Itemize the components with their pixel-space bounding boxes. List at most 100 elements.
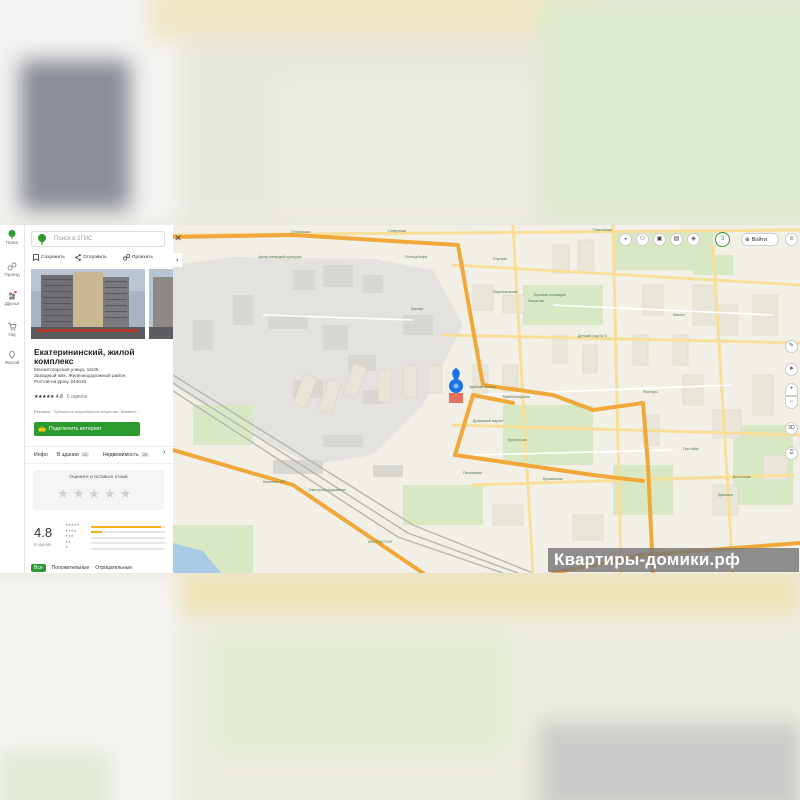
rating-bar-stars: ★	[65, 545, 68, 549]
save-button[interactable]: Сохранить	[33, 254, 65, 261]
bus-icon: ▣	[656, 236, 663, 242]
map-label[interactable]: Электрооборудование	[308, 488, 345, 492]
traffic-button[interactable]: ◒	[619, 233, 632, 246]
rating-bar-track	[91, 525, 165, 528]
login-button[interactable]: ⊕ Войти	[741, 233, 779, 246]
map-label[interactable]: Дешевое	[718, 493, 733, 497]
map-label[interactable]: Фостеры	[643, 390, 658, 394]
photo-layer-button[interactable]: ⌼	[785, 447, 798, 460]
notifications-counter[interactable]: 3	[715, 232, 730, 247]
map-label[interactable]: Кружевская	[543, 477, 563, 481]
zoom-in-button[interactable]: +	[785, 383, 798, 396]
map-label[interactable]: Полоцк Кафе	[405, 255, 427, 259]
filter-positive[interactable]: Положительные	[52, 565, 90, 571]
share-icon	[75, 254, 81, 261]
place-panel: Поиск в 2ГИС Сохранить Отправить Проехат…	[25, 225, 173, 573]
tab-in-building[interactable]: В здании 12	[57, 452, 90, 458]
rating-row[interactable]: ★★★★★ 4.8 6 оценок	[34, 394, 87, 400]
rail-item-housing[interactable]: Жилой	[0, 350, 24, 365]
rail-item-friends[interactable]: Друзья	[0, 291, 24, 306]
address-line-city: Ростов-на-Дону 344033	[34, 380, 87, 386]
menu-icon: ≡	[789, 236, 794, 242]
rail-item-route[interactable]: Проезд	[0, 262, 24, 277]
connect-internet-button[interactable]: Подключить интернет	[34, 422, 140, 436]
map-label[interactable]: Закрытая	[528, 299, 544, 303]
zoom-out-button[interactable]: −	[785, 396, 798, 409]
map-label[interactable]: Магнит	[673, 313, 685, 317]
rating-bar-row: ★★	[65, 540, 165, 546]
close-icon: ✕	[174, 233, 182, 243]
locate-button[interactable]: ➤	[785, 363, 798, 376]
map-label[interactable]: Пластикаус	[593, 228, 612, 232]
collapse-panel-button[interactable]: ‹	[173, 253, 182, 267]
map-label[interactable]: Мастер	[411, 307, 423, 311]
route-label: Проехать	[132, 255, 153, 260]
share-label: Отправить	[83, 255, 107, 260]
map-label[interactable]: Центр немецкой культуры	[258, 255, 301, 259]
map-label[interactable]: Магнитогорская	[503, 395, 530, 399]
map-label[interactable]: Северская	[388, 229, 406, 233]
tabs-next-arrow[interactable]: ›	[163, 449, 165, 456]
map-label[interactable]: Удобная Аптека	[469, 385, 496, 389]
tab-real-estate-count: 25	[140, 452, 150, 457]
menu-button[interactable]: ≡	[785, 233, 798, 246]
stars-icon: ★★★★★	[34, 394, 54, 400]
map-label[interactable]: Детский сад №74	[578, 334, 607, 338]
transport-button[interactable]: ▣	[653, 233, 666, 246]
filter-negative[interactable]: Отрицательные	[95, 565, 132, 571]
login-icon: ⊕	[745, 236, 750, 243]
connect-internet-label: Подключить интернет	[49, 426, 102, 432]
building-photo[interactable]	[31, 269, 145, 339]
map-label[interactable]: Пестовская	[463, 471, 482, 475]
review-stars-input[interactable]: ★★★★★	[57, 486, 135, 502]
close-panel-button[interactable]: ✕	[173, 233, 183, 246]
filter-all[interactable]: Все	[31, 564, 46, 572]
map-label[interactable]: Комплект ЮГ	[263, 480, 285, 484]
tab-info[interactable]: Инфо	[34, 452, 48, 458]
map-label[interactable]: Восточная	[733, 475, 751, 479]
search-box[interactable]: Поиск в 2ГИС	[31, 231, 165, 247]
business-button[interactable]: ▤	[670, 233, 683, 246]
building-photo-2[interactable]	[149, 269, 173, 339]
place-address: Магнитогорская улица, 1в/25 Западный ж/м…	[34, 368, 166, 387]
parking-button[interactable]: ⚇	[636, 233, 649, 246]
leaf-icon	[9, 350, 15, 359]
tree-logo-icon	[38, 234, 46, 245]
route-button[interactable]: Проехать	[123, 254, 153, 261]
tab-real-estate[interactable]: Недвижимость 25	[103, 452, 150, 458]
rating-bar-fill	[91, 525, 162, 528]
photo-strip[interactable]	[31, 269, 173, 339]
camera-icon: ⌼	[789, 450, 794, 456]
action-bar: Сохранить Отправить Проехать	[33, 253, 173, 263]
view-3d-button[interactable]: 3D	[785, 422, 798, 435]
ruler-button[interactable]: ✎	[785, 340, 798, 353]
review-prompt-box[interactable]: Оцените и оставьте отзыв ★★★★★	[33, 470, 164, 510]
counter-value: 3	[720, 236, 725, 242]
rail-label-route: Проезд	[4, 272, 20, 277]
ad-line[interactable]: Реклама · Публичное акционерное общество…	[34, 409, 139, 414]
share-button[interactable]: Отправить	[75, 254, 107, 261]
tab-bar: Инфо В здании 12 Недвижимость 25 ›	[25, 446, 173, 464]
map-label[interactable]: Домашний маркет	[473, 419, 503, 423]
rating-bar-row: ★★★★★	[65, 523, 165, 529]
bookmark-icon	[33, 254, 39, 261]
navigation-arrow-icon: ➤	[788, 366, 795, 372]
map-label[interactable]: Маргинальная	[493, 290, 517, 294]
rail-item-search[interactable]: Поиск	[0, 230, 24, 245]
save-label: Сохранить	[41, 255, 65, 260]
router-icon	[38, 426, 46, 432]
map-label[interactable]: Спутник	[493, 257, 507, 261]
map-label[interactable]: Про Кайо	[683, 447, 699, 451]
map-canvas[interactable]	[173, 225, 800, 573]
map-label[interactable]: Петровская	[291, 230, 310, 234]
traffic-icon: ◒	[623, 236, 628, 242]
rating-count: 6 оценок	[66, 394, 88, 400]
map-label[interactable]: КАСТРАСТ-ЮГ	[368, 540, 393, 544]
map-label[interactable]: Торговая площадка	[533, 293, 566, 297]
route-icon	[7, 262, 17, 271]
left-rail: Поиск Проезд Друзья Гид Жилой	[0, 225, 25, 573]
rail-item-guide[interactable]: Гид	[0, 322, 24, 337]
layers-button[interactable]: ◈	[687, 233, 700, 246]
map-label[interactable]: Кутаисская	[508, 438, 527, 442]
map-view[interactable]: Петровская Северская Пластикаус Торговая пл…	[173, 225, 800, 573]
